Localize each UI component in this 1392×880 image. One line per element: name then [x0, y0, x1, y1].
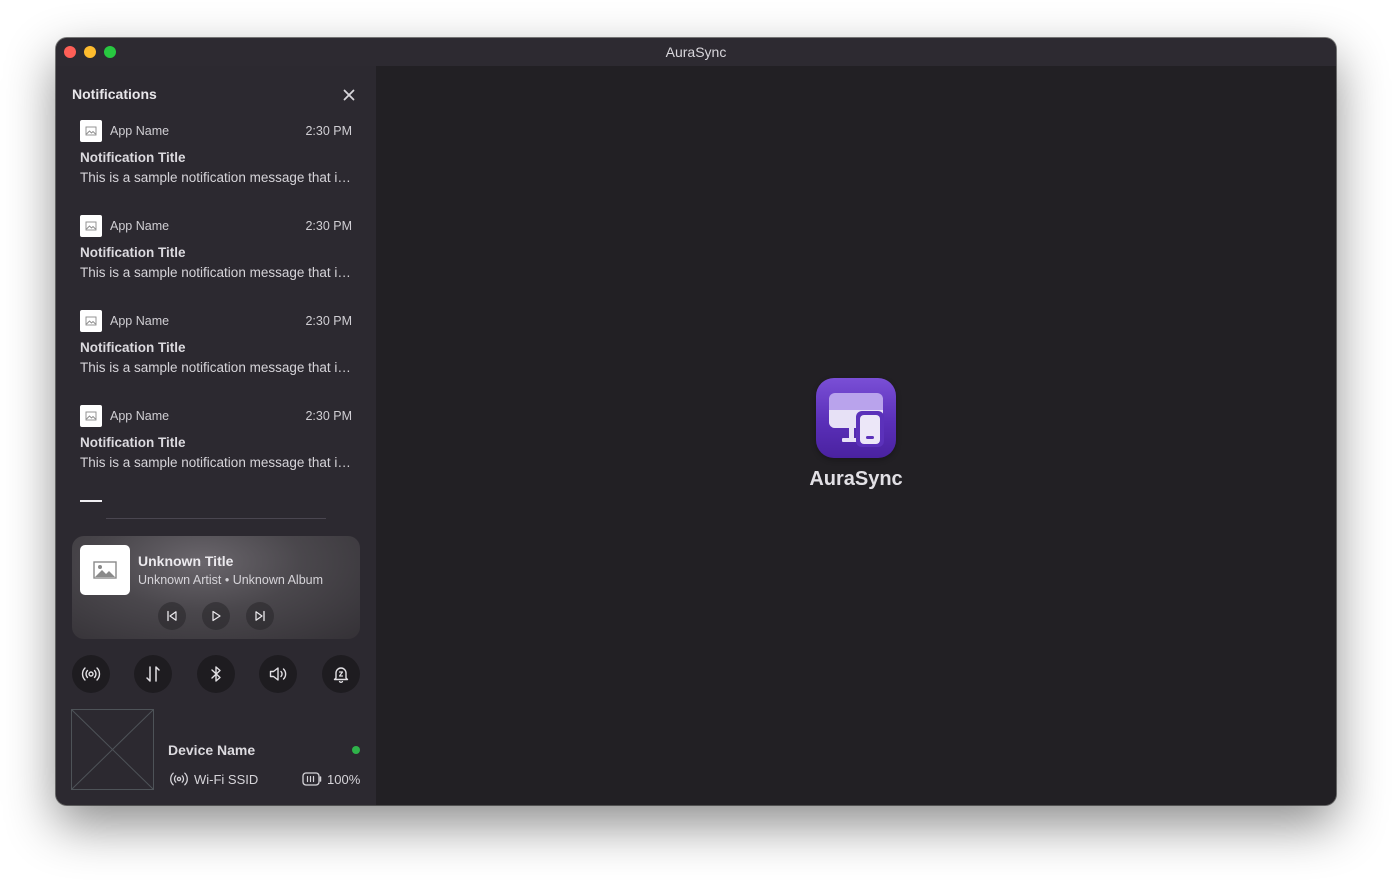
app-window: AuraSync Notifications App Name 2:30 PM [56, 38, 1336, 805]
scroll-indicator [80, 500, 102, 502]
speaker-icon [269, 667, 287, 681]
notification-item[interactable]: App Name 2:30 PM Notification Title This… [80, 405, 352, 500]
section-divider [106, 518, 326, 519]
notification-title: Notification Title [80, 435, 186, 450]
sidebar: Notifications App Name 2:30 PM Notificat… [56, 66, 376, 805]
image-placeholder-icon [85, 126, 97, 136]
close-icon [343, 89, 355, 101]
notification-title: Notification Title [80, 245, 186, 260]
device-image-placeholder [71, 709, 154, 790]
notifications-title: Notifications [72, 86, 157, 102]
battery-icon [301, 770, 323, 788]
image-placeholder-icon [85, 411, 97, 421]
notification-message: This is a sample notification message th… [80, 360, 352, 375]
notification-item[interactable]: App Name 2:30 PM Notification Title This… [80, 215, 352, 310]
image-placeholder-icon [71, 709, 154, 790]
app-icon [80, 120, 102, 142]
notification-time: 2:30 PM [305, 219, 352, 233]
media-player: Unknown Title Unknown Artist • Unknown A… [72, 536, 360, 639]
transfer-button[interactable] [134, 655, 172, 693]
media-subtitle: Unknown Artist • Unknown Album [138, 573, 324, 587]
notification-bell-icon [333, 667, 349, 683]
app-name: App Name [110, 124, 170, 138]
title-bar[interactable]: AuraSync [56, 38, 1336, 66]
broadcast-button[interactable] [72, 655, 110, 693]
app-icon [80, 310, 102, 332]
do-not-disturb-button[interactable] [322, 655, 360, 693]
skip-forward-icon [255, 610, 265, 622]
notification-title: Notification Title [80, 340, 186, 355]
battery-info: 100% [301, 770, 363, 788]
album-art [80, 545, 130, 595]
device-name: Device Name [168, 742, 256, 758]
image-placeholder-icon [85, 316, 97, 326]
window-title: AuraSync [665, 44, 727, 60]
app-icon [80, 215, 102, 237]
play-button[interactable] [202, 602, 230, 630]
skip-back-icon [167, 610, 177, 622]
app-name: App Name [110, 314, 170, 328]
notification-item[interactable]: App Name 2:30 PM Notification Title This… [80, 120, 352, 215]
notification-message: This is a sample notification message th… [80, 170, 352, 185]
connection-status-dot [352, 746, 360, 754]
bluetooth-icon [211, 666, 221, 682]
broadcast-icon [81, 667, 101, 681]
audio-button[interactable] [259, 655, 297, 693]
bluetooth-button[interactable] [197, 655, 235, 693]
close-notifications-button[interactable] [340, 86, 358, 104]
wifi-icon [168, 770, 190, 788]
notifications-header: Notifications [72, 86, 358, 106]
image-placeholder-icon [93, 561, 117, 579]
app-name: App Name [110, 219, 170, 233]
play-icon [212, 610, 221, 622]
notification-time: 2:30 PM [305, 124, 352, 138]
app-logo [816, 378, 896, 458]
app-name: App Name [110, 409, 170, 423]
next-track-button[interactable] [246, 602, 274, 630]
notification-item[interactable]: App Name 2:30 PM Notification Title This… [80, 310, 352, 405]
notification-time: 2:30 PM [305, 314, 352, 328]
sync-devices-icon [829, 393, 884, 447]
notification-title: Notification Title [80, 150, 186, 165]
app-name-label: AuraSync [809, 468, 903, 490]
image-placeholder-icon [85, 221, 97, 231]
media-title: Unknown Title [138, 553, 234, 569]
wifi-ssid: Wi-Fi SSID [194, 772, 259, 787]
notification-list: App Name 2:30 PM Notification Title This… [80, 120, 352, 500]
notification-message: This is a sample notification message th… [80, 265, 352, 280]
previous-track-button[interactable] [158, 602, 186, 630]
battery-level: 100% [327, 772, 361, 787]
quick-actions [72, 655, 362, 695]
notification-message: This is a sample notification message th… [80, 455, 352, 470]
main-content: AuraSync [376, 66, 1336, 805]
notification-time: 2:30 PM [305, 409, 352, 423]
app-icon [80, 405, 102, 427]
swap-icon [146, 666, 160, 682]
